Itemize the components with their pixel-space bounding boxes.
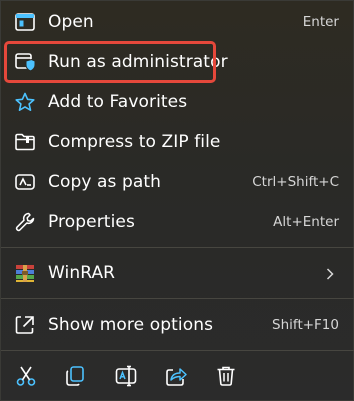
shortcut-text: Shift+F10	[272, 317, 339, 333]
menu-item-properties[interactable]: Properties Alt+Enter	[1, 202, 354, 242]
share-button[interactable]	[163, 365, 189, 391]
menu-item-label: Add to Favorites	[48, 92, 188, 112]
chevron-right-icon	[323, 266, 337, 280]
share-icon	[164, 364, 188, 392]
menu-item-label: Show more options	[48, 315, 214, 335]
menu-item-show-more-options[interactable]: Show more options Shift+F10	[1, 305, 354, 345]
copy-button[interactable]	[62, 365, 88, 391]
shortcut-text: Alt+Enter	[273, 214, 339, 230]
wrench-icon	[13, 210, 37, 234]
open-window-icon	[13, 10, 37, 34]
zip-folder-icon	[13, 130, 37, 154]
menu-divider	[1, 247, 354, 248]
menu-item-label: WinRAR	[48, 263, 116, 283]
star-icon	[13, 90, 37, 114]
menu-item-open[interactable]: Open Enter	[1, 2, 354, 42]
trash-icon	[214, 364, 238, 392]
highlight-box	[4, 41, 216, 83]
cut-button[interactable]	[13, 365, 39, 391]
rename-button[interactable]	[113, 365, 139, 391]
menu-item-winrar[interactable]: WinRAR	[1, 253, 354, 293]
menu-divider	[1, 350, 354, 351]
menu-item-copy-as-path[interactable]: Copy as path Ctrl+Shift+C	[1, 162, 354, 202]
menu-item-label: Compress to ZIP file	[48, 132, 221, 152]
shortcut-text: Enter	[302, 14, 339, 30]
winrar-icon	[13, 261, 37, 285]
menu-item-compress-to-zip[interactable]: Compress to ZIP file	[1, 122, 354, 162]
menu-item-label: Copy as path	[48, 172, 162, 192]
delete-button[interactable]	[213, 365, 239, 391]
menu-item-label: Open	[48, 12, 94, 32]
copy-icon	[63, 364, 87, 392]
scissors-icon	[14, 364, 38, 392]
expand-icon	[13, 313, 37, 337]
menu-item-add-to-favorites[interactable]: Add to Favorites	[1, 82, 354, 122]
rename-icon	[114, 364, 138, 392]
menu-item-label: Properties	[48, 212, 135, 232]
shortcut-text: Ctrl+Shift+C	[252, 174, 339, 190]
context-menu: Open Enter Run as administrator Add to F…	[0, 0, 354, 401]
copy-path-icon	[13, 170, 37, 194]
menu-divider	[1, 298, 354, 299]
